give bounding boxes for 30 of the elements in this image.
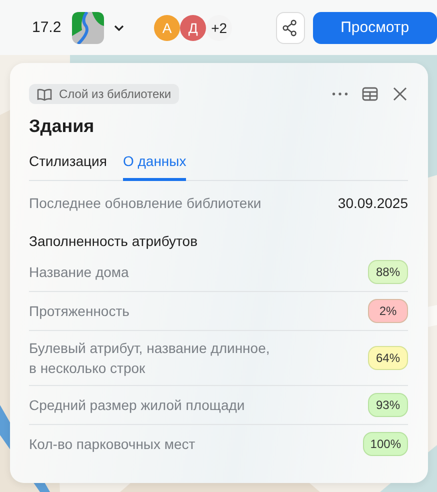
- badge-label: Слой из библиотеки: [59, 87, 172, 101]
- map-layer-icon: [72, 12, 104, 44]
- fill-rate-pill: 100%: [363, 432, 408, 456]
- share-icon: [281, 18, 300, 36]
- tab[interactable]: О данных: [122, 149, 186, 181]
- section-title: Заполненность атрибутов: [29, 233, 199, 249]
- fill-rate-pill: 93%: [368, 393, 408, 417]
- fill-rate-pill: 88%: [368, 260, 408, 284]
- share-button[interactable]: [276, 12, 305, 44]
- table-icon[interactable]: [362, 86, 378, 102]
- attribute-name: Средний размер жилой площади: [29, 396, 245, 415]
- book-icon: [37, 88, 52, 100]
- update-date: 30.09.2025: [338, 195, 408, 211]
- more-users-count[interactable]: +2: [206, 14, 232, 40]
- attribute-name: Кол-во парковочных мест: [29, 435, 196, 454]
- attribute-name: Протяженность: [29, 302, 130, 321]
- user-avatar[interactable]: Д: [180, 14, 206, 40]
- attribute-name: Название дома: [29, 263, 129, 282]
- more-icon[interactable]: [332, 92, 348, 96]
- tab[interactable]: Стилизация: [29, 149, 107, 181]
- update-label: Последнее обновление библиотеки: [29, 195, 262, 211]
- caret-icon: [114, 24, 124, 30]
- basemap-selector[interactable]: [72, 12, 124, 44]
- fill-rate-pill: 64%: [368, 346, 408, 370]
- fill-rate-pill: 2%: [368, 299, 408, 323]
- panel-title: Здания: [29, 116, 96, 137]
- attribute-name: Булевый атрибут, название длинное, в несколько строк: [29, 339, 271, 378]
- zoom-level: 17.2: [32, 19, 62, 36]
- close-icon[interactable]: [392, 86, 408, 102]
- view-button[interactable]: Просмотр: [312, 12, 437, 44]
